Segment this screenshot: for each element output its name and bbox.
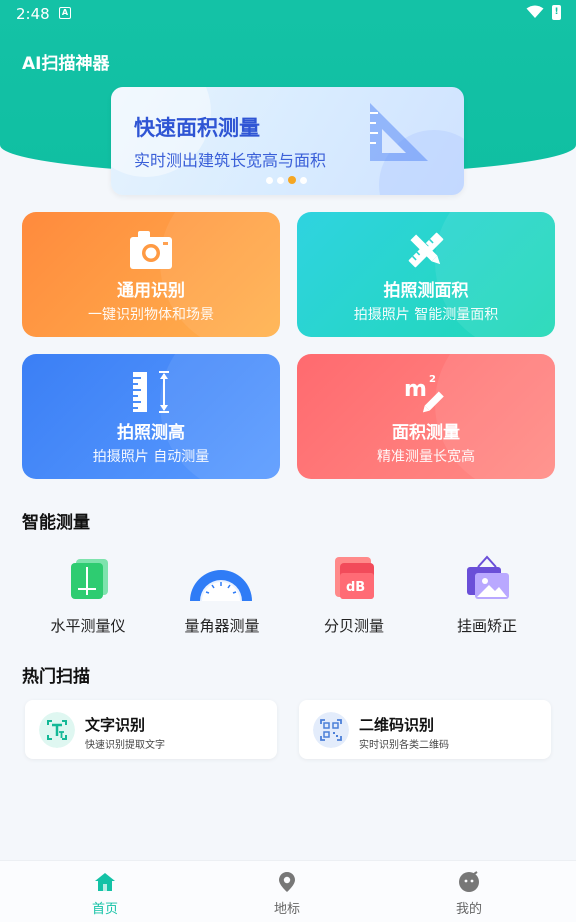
banner-subtitle: 实时测出建筑长宽高与面积 — [134, 151, 327, 170]
tool-decibel[interactable]: dB 分贝测量 — [294, 555, 414, 635]
battery-icon: ! — [552, 5, 561, 20]
text-scan-icon — [39, 712, 75, 748]
profile-icon — [459, 871, 479, 892]
scan-card-text[interactable]: 文字识别 快速识别提取文字 — [25, 700, 277, 759]
tool-label: 分贝测量 — [323, 617, 384, 635]
tool-label: 挂画矫正 — [456, 617, 517, 635]
pager-dot-active[interactable] — [288, 176, 296, 184]
qrcode-scan-icon — [313, 712, 349, 748]
ruler-pencil-icon — [408, 232, 444, 268]
ruler-triangle-icon — [370, 103, 428, 161]
card-title: 拍照测高 — [117, 423, 185, 443]
card-title: 面积测量 — [392, 423, 460, 443]
home-icon — [95, 873, 115, 891]
wifi-icon — [526, 5, 544, 18]
picture-frame-icon — [467, 555, 509, 599]
height-ruler-icon — [133, 371, 169, 413]
pager-dot[interactable] — [300, 177, 307, 184]
banner-title: 快速面积测量 — [134, 116, 260, 140]
status-time: 2:48 — [16, 5, 50, 23]
banner-pager[interactable] — [266, 175, 311, 187]
card-title: 拍照测面积 — [383, 281, 469, 301]
status-bar: 2:48 A ! — [0, 0, 576, 28]
tool-label: 量角器测量 — [184, 617, 260, 635]
nav-label: 地标 — [273, 902, 300, 917]
card-photo-area[interactable]: 拍照测面积 拍摄照片 智能测量面积 — [297, 212, 555, 337]
pager-dot[interactable] — [266, 177, 273, 184]
nav-label: 首页 — [91, 902, 118, 917]
card-title: 通用识别 — [117, 281, 185, 301]
pager-dot[interactable] — [277, 177, 284, 184]
card-subtitle: 拍摄照片 智能测量面积 — [353, 307, 499, 323]
bottom-nav: 首页 地标 我的 — [0, 860, 576, 922]
nav-label: 我的 — [455, 902, 482, 917]
scan-subtitle: 快速识别提取文字 — [85, 740, 165, 751]
card-subtitle: 拍摄照片 自动测量 — [92, 449, 210, 465]
tool-protractor[interactable]: 量角器测量 — [162, 555, 282, 635]
svg-text:2: 2 — [429, 374, 436, 385]
scan-title: 二维码识别 — [359, 716, 435, 734]
card-photo-height[interactable]: 拍照测高 拍摄照片 自动测量 — [22, 354, 280, 479]
nav-item-mine[interactable]: 我的 — [429, 869, 509, 919]
scan-card-qrcode[interactable]: 二维码识别 实时识别各类二维码 — [299, 700, 551, 759]
camera-icon — [130, 231, 172, 269]
level-icon — [71, 559, 108, 599]
card-general-recognition[interactable]: 通用识别 一键识别物体和场景 — [22, 212, 280, 337]
app-title: AI扫描神器 — [22, 54, 110, 74]
nav-item-landmark[interactable]: 地标 — [247, 869, 327, 919]
scan-title: 文字识别 — [85, 716, 146, 734]
svg-text:m: m — [404, 377, 427, 402]
protractor-icon — [190, 570, 252, 601]
promo-banner[interactable]: 快速面积测量 实时测出建筑长宽高与面积 — [111, 87, 464, 195]
tool-label: 水平测量仪 — [50, 617, 126, 635]
section-title-smart: 智能测量 — [22, 513, 90, 533]
notification-a-icon: A — [59, 7, 71, 19]
square-meter-icon: m 2 — [404, 374, 444, 413]
tool-picture-frame[interactable]: 挂画矫正 — [427, 555, 547, 635]
card-area-measure[interactable]: m 2 面积测量 精准测量长宽高 — [297, 354, 555, 479]
location-pin-icon — [279, 872, 295, 892]
tool-level[interactable]: 水平测量仪 — [28, 555, 148, 635]
nav-item-home[interactable]: 首页 — [65, 869, 145, 919]
decibel-icon: dB — [335, 557, 374, 599]
section-title-hot: 热门扫描 — [22, 667, 90, 687]
svg-text:dB: dB — [346, 580, 365, 595]
scan-subtitle: 实时识别各类二维码 — [359, 740, 449, 751]
card-subtitle: 一键识别物体和场景 — [88, 307, 214, 323]
card-subtitle: 精准测量长宽高 — [377, 449, 475, 465]
